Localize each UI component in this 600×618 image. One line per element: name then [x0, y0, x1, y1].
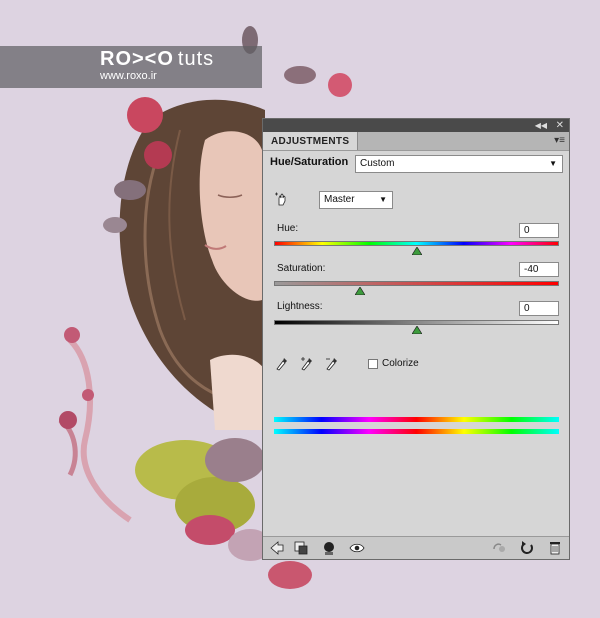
lightness-label: Lightness:	[277, 301, 323, 312]
close-icon[interactable]: ✕	[556, 119, 564, 132]
reset-icon[interactable]	[519, 540, 535, 556]
colorize-label: Colorize	[382, 358, 419, 369]
preset-select[interactable]: Custom ▼	[355, 155, 563, 173]
back-arrow-icon[interactable]	[269, 540, 285, 556]
eyedropper-minus-icon[interactable]	[325, 355, 339, 371]
saturation-input[interactable]: -40	[519, 262, 559, 277]
panel-titlebar[interactable]: ◀◀ ✕	[263, 119, 569, 132]
panel-bottom-toolbar	[263, 536, 569, 559]
lightness-slider-track[interactable]	[274, 320, 559, 325]
hue-slider-track[interactable]	[274, 241, 559, 246]
output-spectrum-bar	[274, 429, 559, 434]
clip-to-layer-icon[interactable]	[293, 540, 309, 556]
hue-input[interactable]: 0	[519, 223, 559, 238]
chevron-down-icon: ▼	[549, 159, 557, 168]
watermark-logo: RO><O tuts	[100, 48, 215, 70]
watermark-url: www.roxo.ir	[100, 70, 157, 82]
adjustment-title: Hue/Saturation	[270, 156, 349, 168]
collapse-icon[interactable]: ◀◀	[535, 119, 547, 132]
channel-value: Master	[324, 194, 355, 205]
targeted-adjust-hand-icon[interactable]	[274, 191, 290, 207]
eyedropper-plus-icon[interactable]	[300, 355, 314, 371]
panel-tab-row: ADJUSTMENTS ▾≡	[263, 132, 569, 151]
colorize-checkbox[interactable]	[368, 359, 378, 369]
mask-visibility-icon[interactable]	[321, 540, 337, 556]
trash-icon[interactable]	[547, 540, 563, 556]
adjustments-panel: ◀◀ ✕ ADJUSTMENTS ▾≡ Hue/Saturation Custo…	[262, 118, 570, 560]
eye-icon[interactable]	[349, 540, 365, 556]
tab-adjustments[interactable]: ADJUSTMENTS	[263, 132, 359, 150]
channel-select[interactable]: Master ▼	[319, 191, 393, 209]
previous-state-icon[interactable]	[491, 540, 507, 556]
eyedropper-icon[interactable]	[275, 355, 289, 371]
lightness-input[interactable]: 0	[519, 301, 559, 316]
preset-value: Custom	[360, 158, 395, 169]
chevron-down-icon: ▼	[379, 195, 387, 204]
input-spectrum-bar	[274, 417, 559, 422]
saturation-label: Saturation:	[277, 263, 326, 274]
panel-menu-icon[interactable]: ▾≡	[554, 135, 565, 146]
saturation-slider-track[interactable]	[274, 281, 559, 286]
hue-label: Hue:	[277, 223, 299, 234]
